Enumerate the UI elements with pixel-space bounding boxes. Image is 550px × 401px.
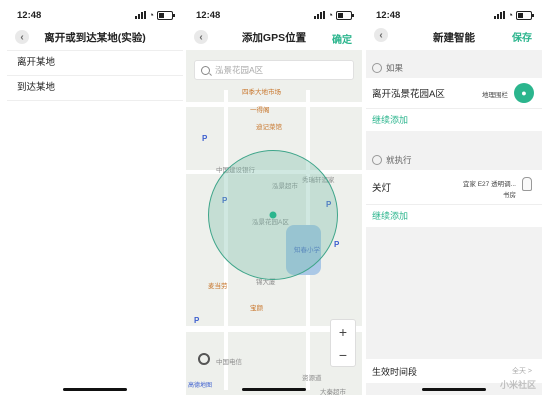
if-label: 如果 — [386, 63, 404, 73]
parking-icon: P — [334, 240, 340, 249]
then-section-header: 就执行 — [366, 151, 542, 169]
wifi-icon: ◔ — [148, 10, 154, 20]
status-bar: 12:48 ◔ — [186, 6, 362, 24]
page-title: 离开或到达某地(实验) — [44, 31, 146, 44]
signal-icon — [493, 11, 505, 19]
light-bulb-icon — [522, 177, 532, 191]
add-action-link[interactable]: 继续添加 — [366, 205, 542, 227]
home-indicator — [63, 388, 127, 391]
status-bar: 12:48 ◔ — [366, 6, 542, 24]
geofence-circle[interactable] — [208, 150, 338, 280]
map-view[interactable]: 泓景花园A区 四季大地市场 一得阁 迪记菜馆 中国建设银行 泓景超市 秀瑞轩酒家… — [186, 50, 362, 395]
map-label: 大秦超市 — [320, 389, 346, 395]
map-road — [186, 102, 362, 107]
battery-icon — [157, 10, 175, 20]
period-value: 全天 > — [511, 368, 532, 375]
if-section-header: 如果 — [366, 59, 542, 77]
map-label: 中国电信 — [216, 359, 242, 366]
nav-bar: ‹ 离开或到达某地(实验) — [7, 26, 183, 48]
chevron-left-icon: ‹ — [20, 31, 24, 43]
zoom-control: + − — [330, 319, 356, 367]
confirm-button[interactable]: 确定 — [332, 31, 352, 46]
period-label: 生效时间段 — [372, 366, 418, 377]
signal-icon — [313, 11, 325, 19]
add-condition-link[interactable]: 继续添加 — [366, 109, 542, 131]
battery-icon — [336, 10, 354, 20]
option-leave[interactable]: 离开某地 — [7, 51, 183, 76]
status-time: 12:48 — [17, 9, 42, 21]
condition-text: 离开泓景花园A区 — [372, 89, 445, 100]
geofence-tag: 地理围栏 — [482, 92, 508, 99]
then-card: 关灯 宜家 E27 透明调... 书房 继续添加 — [366, 170, 542, 227]
map-label: 迪记菜馆 — [256, 124, 282, 131]
signal-icon — [134, 11, 146, 19]
wifi-icon: ◔ — [327, 10, 333, 20]
option-arrive[interactable]: 到达某地 — [7, 76, 183, 101]
status-time: 12:48 — [376, 9, 401, 21]
back-button[interactable]: ‹ — [374, 28, 388, 42]
search-icon — [201, 65, 210, 75]
search-placeholder: 泓景花园A区 — [215, 65, 264, 75]
chevron-left-icon: ‹ — [379, 29, 383, 41]
option-list: 离开某地 到达某地 — [7, 50, 183, 101]
wifi-icon: ◔ — [507, 10, 513, 20]
action-icon — [372, 155, 382, 165]
chevron-left-icon: ‹ — [199, 31, 203, 43]
map-label: 资源道 — [302, 375, 322, 382]
nav-bar: ‹ 新建智能 保存 — [366, 24, 542, 50]
map-label: 一得阁 — [250, 107, 270, 114]
back-button[interactable]: ‹ — [15, 30, 29, 44]
map-logo: 高德地图 — [188, 383, 213, 389]
map-label: 四季大地市场 — [242, 89, 281, 96]
map-label: 麦当劳 — [208, 283, 228, 290]
screen-gps-picker: 12:48 ◔ ‹ 添加GPS位置 确定 泓景花园A区 四季大地市场 一得阁 迪… — [186, 6, 362, 395]
zoom-out-button[interactable]: − — [339, 347, 347, 363]
condition-item[interactable]: 离开泓景花园A区 地理围栏 ● — [366, 78, 542, 109]
screen-new-automation: 12:48 ◔ ‹ 新建智能 保存 如果 离开泓景花园A区 地理围栏 ● 继续添… — [366, 6, 542, 395]
device-room: 书房 — [503, 192, 516, 199]
nav-bar: ‹ 添加GPS位置 确定 — [186, 26, 362, 48]
app-root: 12:48 ◔ ‹ 离开或到达某地(实验) 离开某地 到达某地 12:48 ◔ — [0, 0, 550, 401]
map-pin-icon: ● — [514, 83, 534, 103]
search-input[interactable]: 泓景花园A区 — [194, 60, 354, 80]
status-bar: 12:48 ◔ — [7, 6, 183, 24]
home-indicator — [422, 388, 486, 391]
action-item[interactable]: 关灯 宜家 E27 透明调... 书房 — [366, 170, 542, 205]
parking-icon: P — [202, 134, 208, 143]
home-indicator — [242, 388, 306, 391]
status-time: 12:48 — [196, 9, 221, 21]
map-label: 宝颜 — [250, 305, 263, 312]
page-title: 新建智能 — [433, 31, 475, 44]
watermark: 小米社区 — [499, 380, 536, 390]
location-pin-icon — [269, 211, 277, 219]
save-button[interactable]: 保存 — [512, 29, 532, 44]
screen-location-type: 12:48 ◔ ‹ 离开或到达某地(实验) 离开某地 到达某地 — [7, 6, 183, 395]
page-title: 添加GPS位置 — [241, 31, 307, 44]
action-text: 关灯 — [372, 183, 392, 194]
battery-icon — [516, 10, 534, 20]
back-button[interactable]: ‹ — [194, 30, 208, 44]
if-card: 离开泓景花园A区 地理围栏 ● 继续添加 — [366, 78, 542, 131]
parking-icon: P — [194, 316, 200, 325]
locate-icon[interactable] — [198, 353, 210, 365]
then-label: 就执行 — [386, 155, 412, 165]
device-name: 宜家 E27 透明调... — [462, 181, 516, 188]
condition-icon — [372, 63, 382, 73]
zoom-in-button[interactable]: + — [339, 324, 347, 340]
